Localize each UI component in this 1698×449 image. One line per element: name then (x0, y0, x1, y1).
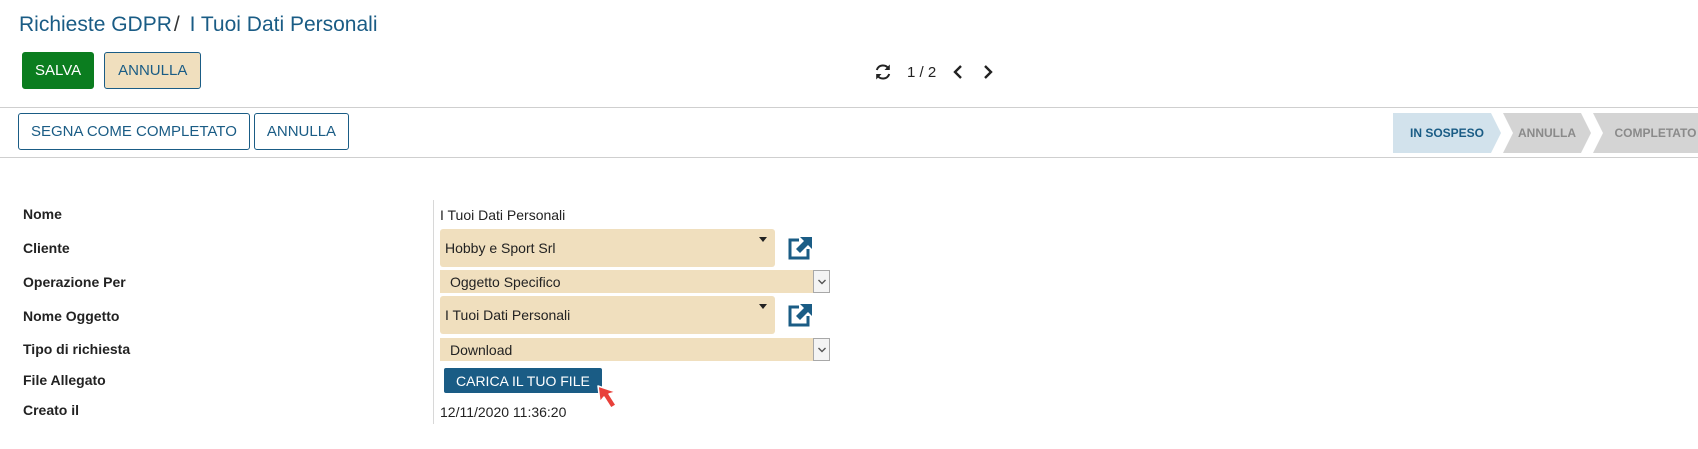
field-label-operazione-per: Operazione Per (23, 274, 126, 290)
stage-completato[interactable]: COMPLETATO (1593, 113, 1698, 153)
tipo-richiesta-select[interactable]: Download (440, 338, 830, 361)
chevron-left-icon[interactable] (950, 62, 966, 82)
chevron-down-icon[interactable] (813, 270, 830, 293)
status-action-bar: SEGNA COME COMPLETATO ANNULLA (18, 113, 350, 150)
cliente-value: Hobby e Sport Srl (445, 240, 556, 256)
save-button[interactable]: SALVA (22, 52, 95, 89)
operazione-per-select[interactable]: Oggetto Specifico (440, 270, 830, 293)
field-label-nome: Nome (23, 206, 62, 222)
field-label-nome-oggetto: Nome Oggetto (23, 308, 120, 324)
chevron-right-icon[interactable] (980, 62, 996, 82)
field-label-cliente: Cliente (23, 240, 70, 256)
divider (0, 157, 1698, 158)
chevron-down-icon[interactable] (813, 338, 830, 361)
form-action-bar: SALVA ANNULLA (22, 52, 202, 89)
field-label-creato-il: Creato il (23, 402, 80, 418)
nome-field[interactable]: I Tuoi Dati Personali (440, 207, 565, 223)
breadcrumb-separator: / (173, 13, 180, 36)
refresh-icon[interactable] (873, 62, 893, 82)
external-link-icon[interactable] (786, 235, 814, 261)
creato-il-value: 12/11/2020 11:36:20 (440, 404, 567, 420)
stage-annulla[interactable]: ANNULLA (1503, 113, 1591, 153)
pager-counter: 1 / 2 (907, 63, 937, 81)
breadcrumb-parent-link[interactable]: Richieste GDPR (19, 13, 172, 36)
field-label-tipo-richiesta: Tipo di richiesta (23, 341, 131, 357)
discard-button[interactable]: ANNULLA (104, 52, 202, 89)
mouse-pointer-icon (596, 384, 626, 414)
cliente-select[interactable]: Hobby e Sport Srl (440, 229, 775, 267)
form-column-divider (433, 200, 434, 424)
breadcrumb: Richieste GDPR/ I Tuoi Dati Personali (19, 13, 378, 37)
mark-complete-button[interactable]: SEGNA COME COMPLETATO (18, 113, 250, 150)
nome-oggetto-value: I Tuoi Dati Personali (445, 307, 571, 323)
external-link-icon[interactable] (786, 302, 814, 328)
cancel-request-button[interactable]: ANNULLA (253, 113, 350, 150)
page-title: I Tuoi Dati Personali (189, 13, 378, 36)
stage-in-sospeso[interactable]: IN SOSPESO (1393, 113, 1501, 153)
caret-down-icon[interactable] (759, 237, 767, 242)
nome-oggetto-select[interactable]: I Tuoi Dati Personali (440, 296, 775, 334)
tipo-richiesta-value: Download (450, 341, 513, 358)
caret-down-icon[interactable] (759, 304, 767, 309)
divider (0, 107, 1698, 108)
upload-file-button[interactable]: CARICA IL TUO FILE (444, 368, 602, 393)
operazione-per-value: Oggetto Specifico (450, 273, 561, 290)
field-label-file-allegato: File Allegato (23, 372, 106, 388)
status-stage-bar: IN SOSPESO ANNULLA COMPLETATO (1393, 113, 1698, 153)
record-pager: 1 / 2 (873, 60, 996, 84)
